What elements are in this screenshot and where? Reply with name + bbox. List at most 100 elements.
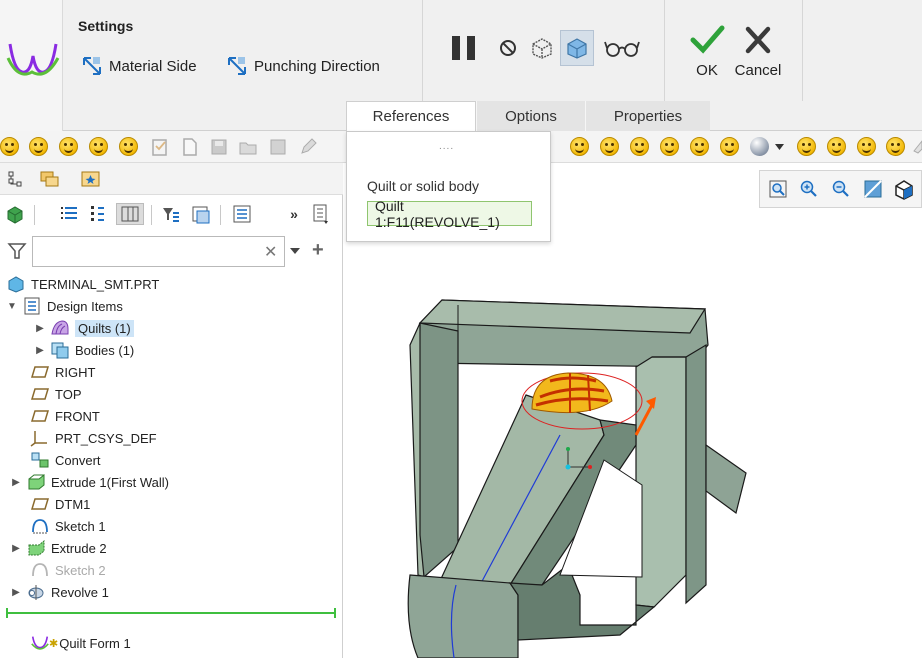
layer-tree-button[interactable] — [190, 203, 212, 225]
smiley-icon[interactable] — [827, 137, 846, 156]
tree-settings-button[interactable] — [59, 203, 81, 225]
column-display-icon — [121, 206, 139, 222]
smiley-icon[interactable] — [797, 137, 816, 156]
show-details-button[interactable] — [231, 203, 253, 225]
smiley-icon[interactable] — [119, 137, 138, 156]
verify-mode-button[interactable] — [602, 30, 642, 66]
terminal-model-viewport[interactable] — [390, 285, 770, 658]
collapse-arrow-icon[interactable]: ▼ — [6, 301, 18, 312]
quilt-form-icon — [6, 43, 60, 76]
tree-item-revolve-1[interactable]: ▶ Revolve 1 — [10, 581, 109, 603]
tree-item-design-items[interactable]: ▼ Design Items — [6, 295, 123, 317]
convert-icon — [30, 451, 50, 469]
tree-item-sketch-1[interactable]: Sketch 1 — [30, 515, 106, 537]
smiley-icon[interactable] — [600, 137, 619, 156]
tree-item-convert[interactable]: Convert — [30, 449, 101, 471]
ok-button[interactable]: OK — [679, 24, 735, 79]
material-side-button[interactable]: Material Side — [81, 55, 197, 77]
quilt-reference-collector[interactable]: Quilt 1:F11(REVOLVE_1) — [367, 198, 532, 230]
zoom-in-button[interactable] — [798, 178, 820, 200]
tab-model-tree[interactable] — [3, 167, 29, 191]
references-panel: .... Quilt or solid body Quilt 1:F11(REV… — [346, 131, 551, 242]
expand-arrow-icon[interactable]: ▶ — [34, 323, 46, 334]
expand-arrow-icon[interactable]: ▶ — [34, 345, 46, 356]
tree-columns-button[interactable] — [116, 203, 144, 225]
zoom-out-button[interactable] — [830, 178, 852, 200]
add-filter-icon[interactable]: + — [312, 239, 324, 262]
appearance-sphere-icon[interactable] — [750, 137, 769, 156]
tree-item-right[interactable]: RIGHT — [30, 361, 95, 383]
clear-search-icon[interactable]: ✕ — [264, 242, 277, 262]
panel-grip[interactable]: .... — [439, 141, 454, 152]
tree-item-top[interactable]: TOP — [30, 383, 82, 405]
preview-solid-button[interactable] — [560, 30, 594, 66]
save-as-icon[interactable] — [268, 137, 288, 157]
new-file-icon[interactable] — [180, 137, 200, 157]
smiley-icon[interactable] — [857, 137, 876, 156]
repaint-button[interactable] — [862, 178, 884, 200]
chevron-down-icon[interactable] — [290, 248, 300, 254]
tree-search-input[interactable] — [32, 236, 285, 267]
pause-button[interactable] — [447, 30, 481, 66]
tree-item-sketch-2[interactable]: Sketch 2 — [30, 559, 106, 581]
tree-search-row: ✕ + — [0, 233, 343, 269]
save-icon[interactable] — [209, 137, 229, 157]
expand-arrow-icon[interactable]: ▶ — [10, 543, 22, 554]
saved-orientations-button[interactable] — [893, 178, 915, 200]
tree-item-quilt-form-1[interactable]: ✱ Quilt Form 1 — [30, 632, 131, 654]
quilt-form-feature-icon — [0, 0, 63, 131]
smiley-icon[interactable] — [690, 137, 709, 156]
tree-item-extrude-1[interactable]: ▶ Extrude 1(First Wall) — [10, 471, 169, 493]
tree-columns-icon — [91, 206, 104, 221]
pause-icon — [452, 36, 475, 60]
open-folder-icon[interactable] — [238, 137, 258, 157]
tree-item-csys[interactable]: PRT_CSYS_DEF — [30, 427, 157, 449]
model-tree-icon — [8, 171, 22, 187]
more-tools-button[interactable]: » — [283, 203, 305, 225]
tree-item-extrude-2[interactable]: ▶ Extrude 2 — [10, 537, 107, 559]
tree-options-button[interactable] — [310, 203, 332, 225]
smiley-icon[interactable] — [59, 137, 78, 156]
insert-indicator[interactable] — [6, 608, 336, 618]
smiley-icon[interactable] — [630, 137, 649, 156]
eraser-icon[interactable] — [912, 137, 922, 157]
model-tree-panel: » ✕ + TERMINAL_SMT.PRT ▼ Design Items ▶ … — [0, 163, 343, 658]
flip-arrow-icon — [228, 57, 246, 75]
tree-filter-button[interactable] — [160, 203, 182, 225]
refit-button[interactable] — [767, 178, 789, 200]
edit-icon[interactable] — [298, 137, 318, 157]
filter-funnel-icon[interactable] — [7, 241, 27, 261]
checklist-icon[interactable] — [150, 137, 170, 157]
smiley-icon[interactable] — [89, 137, 108, 156]
smiley-icon[interactable] — [886, 137, 905, 156]
smiley-icon[interactable] — [660, 137, 679, 156]
smiley-icon[interactable] — [570, 137, 589, 156]
tree-item-bodies[interactable]: ▶ Bodies (1) — [34, 339, 134, 361]
view-orientation-icon — [895, 180, 913, 200]
tab-references[interactable]: References — [346, 101, 476, 131]
display-style-button[interactable] — [4, 203, 26, 225]
no-preview-button[interactable] — [495, 30, 521, 66]
layer-icon — [192, 206, 210, 224]
smiley-icon[interactable] — [29, 137, 48, 156]
smiley-icon[interactable] — [720, 137, 739, 156]
punching-direction-label: Punching Direction — [254, 57, 380, 75]
cancel-button[interactable]: Cancel — [730, 24, 786, 79]
tree-item-front[interactable]: FRONT — [30, 405, 100, 427]
tab-options[interactable]: Options — [476, 101, 585, 131]
punching-direction-button[interactable]: Punching Direction — [226, 55, 380, 77]
expand-arrow-icon[interactable]: ▶ — [10, 587, 22, 598]
chevron-down-icon[interactable] — [775, 144, 784, 150]
tree-item-quilts[interactable]: ▶ Quilts (1) — [34, 317, 134, 339]
tree-item-dtm1[interactable]: DTM1 — [30, 493, 90, 515]
smiley-icon[interactable] — [0, 137, 19, 156]
tree-item-part[interactable]: TERMINAL_SMT.PRT — [6, 273, 159, 295]
tab-properties[interactable]: Properties — [585, 101, 710, 131]
tab-folder-browser[interactable] — [37, 167, 63, 191]
tree-filters-button[interactable] — [87, 203, 109, 225]
preview-mesh-button[interactable] — [527, 30, 557, 66]
quilt-icon — [50, 319, 70, 337]
tab-favorites[interactable] — [78, 167, 104, 191]
expand-arrow-icon[interactable]: ▶ — [10, 477, 22, 488]
datum-plane-icon — [30, 363, 50, 381]
